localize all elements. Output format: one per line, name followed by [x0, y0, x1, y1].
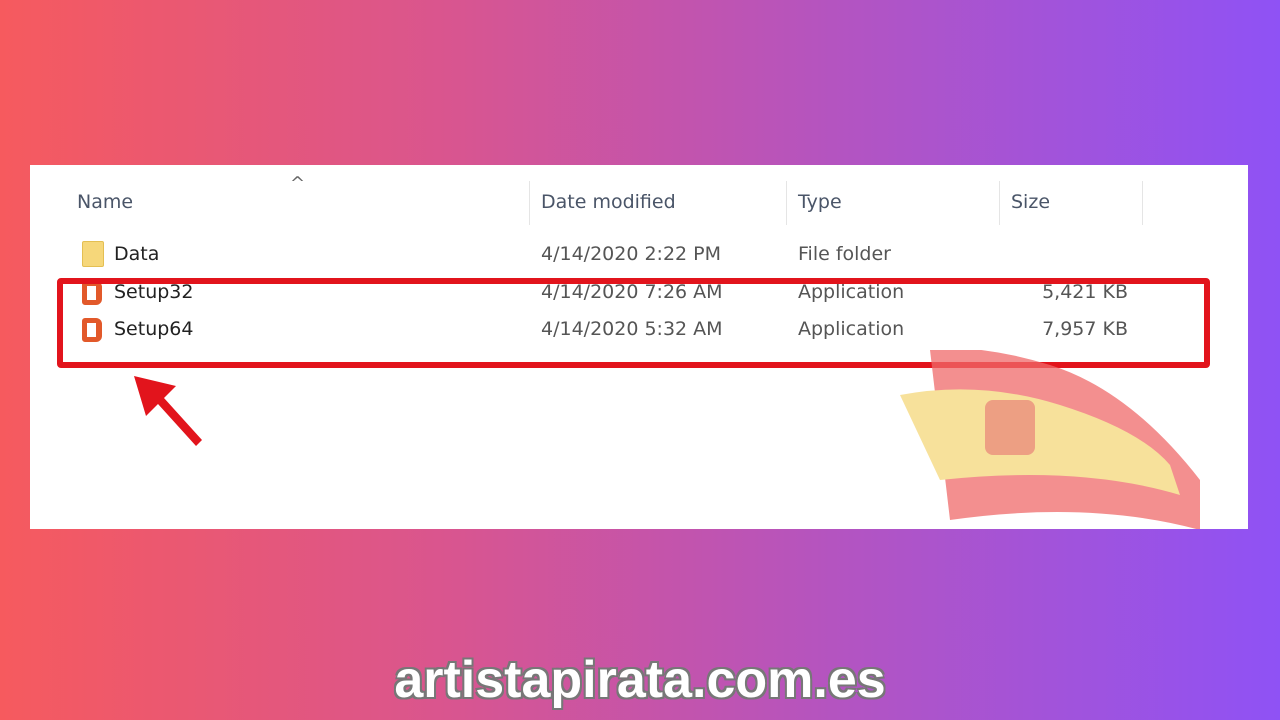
column-header-type[interactable]: Type — [798, 191, 842, 213]
file-type: File folder — [798, 243, 891, 265]
chevron-up-icon[interactable]: ^ — [290, 173, 305, 194]
file-explorer-list: Name ^ Date modified Type Size Data 4/14… — [30, 165, 1248, 529]
arrow-icon — [134, 376, 202, 446]
spain-flag-icon — [890, 350, 1200, 529]
column-divider[interactable] — [529, 181, 530, 225]
column-divider[interactable] — [1142, 181, 1143, 225]
column-header-size[interactable]: Size — [1011, 191, 1050, 213]
column-header-date[interactable]: Date modified — [541, 191, 676, 213]
column-divider[interactable] — [999, 181, 1000, 225]
column-header-name[interactable]: Name — [77, 191, 133, 213]
file-name: Data — [114, 243, 160, 265]
column-divider[interactable] — [786, 181, 787, 225]
file-row-data[interactable]: Data 4/14/2020 2:22 PM File folder — [30, 237, 1248, 273]
folder-icon — [82, 241, 104, 267]
file-date: 4/14/2020 2:22 PM — [541, 243, 722, 265]
watermark-text: artistapirata.com.es — [394, 651, 886, 709]
